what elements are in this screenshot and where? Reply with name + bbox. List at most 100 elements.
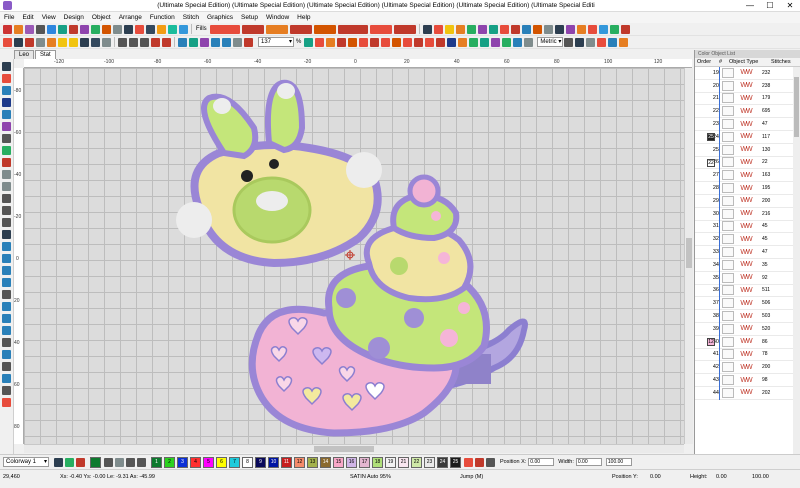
bean-stitch-icon[interactable] bbox=[25, 24, 34, 34]
rotate-icon[interactable] bbox=[2, 134, 11, 143]
menu-graphics[interactable]: Graphics bbox=[207, 14, 233, 21]
thread-swatch[interactable]: 18 bbox=[372, 456, 383, 468]
fill-pattern-icon[interactable] bbox=[209, 24, 240, 34]
applique-icon[interactable] bbox=[102, 24, 111, 34]
thread-swatch[interactable]: 17 bbox=[359, 456, 370, 468]
undo-icon[interactable] bbox=[151, 37, 160, 47]
menu-file[interactable]: File bbox=[4, 14, 14, 21]
object-list-row[interactable]: 19 WW 232 bbox=[695, 67, 800, 80]
grid-snap-icon[interactable] bbox=[2, 290, 11, 299]
sequence-icon[interactable] bbox=[2, 374, 11, 383]
thread-swatch[interactable]: 7 bbox=[229, 456, 240, 468]
stitch-angle-icon[interactable] bbox=[2, 242, 11, 251]
monogram-frame-icon[interactable] bbox=[513, 37, 523, 47]
curve-shape-icon[interactable] bbox=[359, 37, 369, 47]
col-stitches[interactable]: Stitches bbox=[769, 58, 793, 66]
weld-icon[interactable] bbox=[2, 194, 11, 203]
width-field[interactable]: 0.00 bbox=[575, 458, 602, 466]
mirror-icon[interactable] bbox=[2, 146, 11, 155]
eyedropper-icon[interactable] bbox=[104, 457, 113, 467]
align-icon[interactable] bbox=[2, 302, 11, 311]
object-list-row[interactable]: 33 WW 47 bbox=[695, 246, 800, 260]
thread-swatch[interactable]: 15 bbox=[333, 456, 344, 468]
copy-icon[interactable] bbox=[129, 37, 138, 47]
object-list-row[interactable]: 43 WW 98 bbox=[695, 374, 800, 388]
object-list-row[interactable]: 28 WW 195 bbox=[695, 182, 800, 196]
position-y-field[interactable]: 0.00 bbox=[650, 474, 661, 480]
thread-swatch[interactable]: 10 bbox=[268, 456, 279, 468]
scroll-thumb[interactable] bbox=[314, 446, 374, 452]
maximize-button[interactable]: ☐ bbox=[760, 0, 780, 12]
stitch-player-icon[interactable] bbox=[178, 37, 187, 47]
bag-icon[interactable] bbox=[491, 37, 501, 47]
menu-arrange[interactable]: Arrange bbox=[119, 14, 142, 21]
camera-icon[interactable] bbox=[575, 37, 585, 47]
thread-icon[interactable] bbox=[65, 457, 74, 467]
help-icon[interactable] bbox=[597, 37, 607, 47]
satin-icon[interactable] bbox=[47, 24, 56, 34]
distribute-icon[interactable] bbox=[2, 314, 11, 323]
design-canvas[interactable] bbox=[24, 68, 684, 444]
run-stitch-icon[interactable] bbox=[14, 24, 23, 34]
zoom-in-icon[interactable] bbox=[211, 37, 220, 47]
object-list-row[interactable]: 37 WW 506 bbox=[695, 297, 800, 311]
hoop-grid-icon[interactable] bbox=[564, 37, 574, 47]
menu-object[interactable]: Object bbox=[92, 14, 111, 21]
color-marker[interactable]: 25 bbox=[707, 132, 715, 141]
hoop-icon[interactable] bbox=[36, 37, 45, 47]
motif-pattern-icon[interactable] bbox=[337, 24, 368, 34]
circle-shape-icon[interactable] bbox=[326, 37, 336, 47]
units-combo[interactable]: Metric bbox=[537, 37, 564, 47]
color-wheel-icon[interactable] bbox=[486, 457, 495, 467]
menu-design[interactable]: Design bbox=[64, 14, 84, 21]
object-list-row[interactable]: 38 WW 503 bbox=[695, 310, 800, 324]
object-list-row[interactable]: 24 WW 117 25 bbox=[695, 130, 800, 144]
blue-shape-icon[interactable] bbox=[521, 24, 531, 34]
rose-shape-icon[interactable] bbox=[620, 24, 630, 34]
color-marker[interactable]: 22 bbox=[707, 158, 715, 167]
height-field[interactable]: 0.00 bbox=[716, 474, 727, 480]
teal-shape-icon[interactable] bbox=[488, 24, 498, 34]
fill-icon[interactable] bbox=[69, 24, 78, 34]
satin-pattern-icon[interactable] bbox=[241, 24, 264, 34]
snail-embroidery-design[interactable] bbox=[24, 68, 684, 444]
object-list-row[interactable]: 27 WW 163 bbox=[695, 169, 800, 183]
object-list-row[interactable]: 25 WW 130 bbox=[695, 143, 800, 157]
scale-y-field[interactable]: 100.00 bbox=[752, 474, 769, 480]
bookmark-icon[interactable] bbox=[3, 37, 12, 47]
shape-icon[interactable] bbox=[135, 24, 144, 34]
arrow-icon[interactable] bbox=[54, 457, 63, 467]
thread-swatch[interactable]: 1 bbox=[151, 456, 162, 468]
split-icon[interactable] bbox=[2, 230, 11, 239]
object-list-row[interactable]: 29 WW 200 bbox=[695, 194, 800, 208]
delete-icon[interactable] bbox=[2, 398, 11, 407]
object-list-row[interactable]: 21 WW 179 bbox=[695, 92, 800, 106]
settings-icon[interactable] bbox=[586, 37, 596, 47]
grid-icon[interactable] bbox=[304, 37, 314, 47]
node-edit-icon[interactable] bbox=[2, 86, 11, 95]
menu-stitch[interactable]: Stitch bbox=[183, 14, 199, 21]
folder-icon[interactable] bbox=[69, 37, 78, 47]
orange-shape-icon[interactable] bbox=[455, 24, 465, 34]
spiral-shape-icon[interactable] bbox=[370, 37, 380, 47]
zigzag-pattern-icon[interactable] bbox=[265, 24, 288, 34]
join-icon[interactable] bbox=[2, 206, 11, 215]
object-list-row[interactable]: 23 WW 47 bbox=[695, 118, 800, 132]
reshape-icon[interactable] bbox=[2, 74, 11, 83]
cross-pattern-icon[interactable] bbox=[393, 24, 416, 34]
zoom-combo[interactable]: 137 bbox=[258, 37, 294, 47]
red-circle-icon[interactable] bbox=[433, 24, 443, 34]
flower-shape-icon[interactable] bbox=[381, 37, 391, 47]
lettering-icon[interactable] bbox=[113, 24, 122, 34]
yellow-shape-icon[interactable] bbox=[444, 24, 454, 34]
lock-icon[interactable] bbox=[2, 350, 11, 359]
scroll-thumb[interactable] bbox=[686, 238, 692, 268]
col-object-type[interactable]: Object Type bbox=[727, 58, 769, 66]
red-shape-icon[interactable] bbox=[499, 24, 509, 34]
thread-swatch[interactable]: 12 bbox=[294, 456, 305, 468]
tab-leo[interactable]: Leo bbox=[14, 50, 35, 59]
save-as-icon[interactable] bbox=[91, 37, 100, 47]
brown-shape-icon[interactable] bbox=[532, 24, 542, 34]
motif-icon[interactable] bbox=[91, 24, 100, 34]
save-icon[interactable] bbox=[80, 37, 89, 47]
